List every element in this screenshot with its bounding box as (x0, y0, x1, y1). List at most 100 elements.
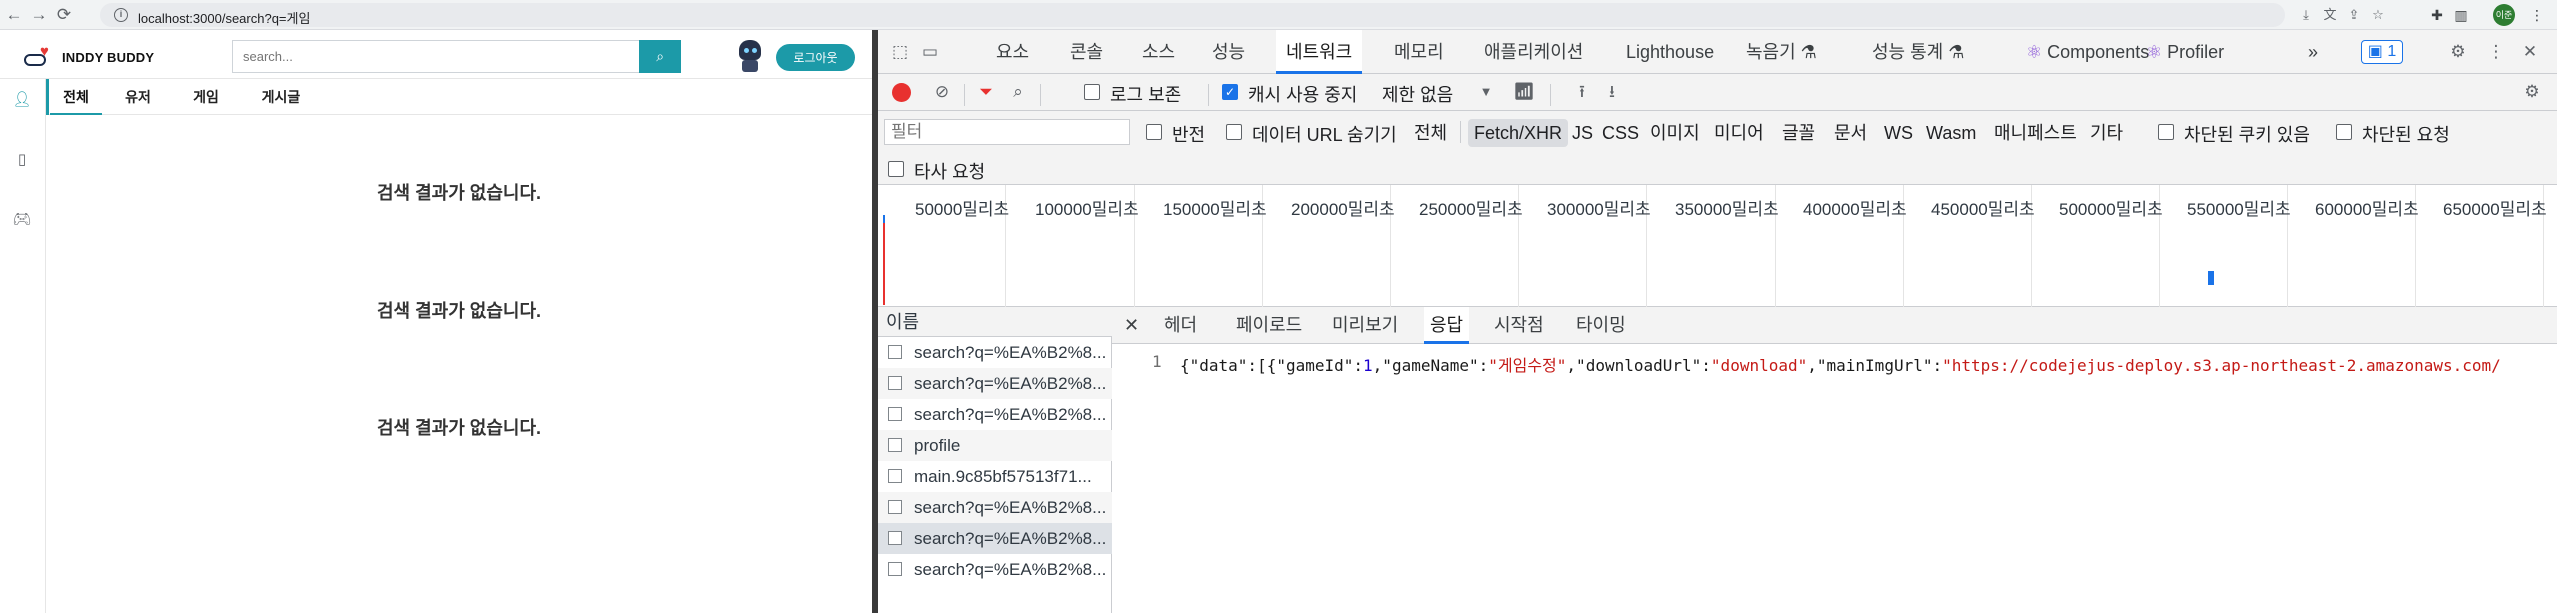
close-devtools-icon[interactable]: ✕ (2518, 40, 2542, 64)
request-row[interactable]: profile (878, 430, 1112, 461)
name-column-header[interactable]: 이름 (878, 307, 1112, 337)
more-menu-icon[interactable]: ⋮ (2528, 6, 2546, 24)
invert-label: 반전 (1172, 125, 1206, 145)
issues-badge[interactable]: ▣ 1 (2361, 40, 2403, 64)
tab-timing[interactable]: 타이밍 (1576, 307, 1626, 344)
tab-games[interactable]: 게임 (184, 79, 228, 115)
type-filter-other[interactable]: 기타 (2084, 119, 2129, 147)
type-filter-media[interactable]: 미디어 (1708, 119, 1770, 147)
install-icon[interactable]: ⤓ (2298, 7, 2314, 23)
tab-network[interactable]: 네트워크 (1276, 30, 1363, 74)
filter-funnel-icon[interactable]: ⏷ (974, 80, 998, 104)
search-icon[interactable]: ⌕ (1006, 80, 1030, 104)
type-filter-css[interactable]: CSS (1596, 119, 1645, 147)
type-filter-img[interactable]: 이미지 (1644, 119, 1706, 147)
logout-button[interactable]: 로그아웃 (776, 44, 855, 71)
user-avatar[interactable] (737, 40, 763, 72)
timeline-tick-label: 200000밀리초 (1291, 200, 1395, 219)
request-row[interactable]: search?q=%EA%B2%8... (878, 554, 1112, 585)
tab-console[interactable]: 콘솔 (1070, 30, 1103, 74)
tab-application[interactable]: 애플리케이션 (1484, 30, 1583, 74)
network-conditions-icon[interactable]: 📶︎ (1512, 80, 1536, 104)
invert-checkbox[interactable] (1146, 124, 1162, 140)
share-icon[interactable]: ⇪ (2346, 7, 2362, 23)
translate-icon[interactable]: 文 (2322, 7, 2338, 23)
tab-performance[interactable]: 성능 (1212, 30, 1245, 74)
type-filter-font[interactable]: 글꼴 (1776, 119, 1821, 147)
preserve-log-checkbox[interactable] (1084, 84, 1100, 100)
throttling-select[interactable]: 제한 없음 (1382, 81, 1453, 107)
tab-elements[interactable]: 요소 (996, 30, 1029, 74)
record-button[interactable] (892, 83, 911, 102)
profile-avatar[interactable]: 이준 (2493, 4, 2515, 26)
user-icon[interactable]: 👤︎ (11, 89, 33, 111)
export-har-icon[interactable]: ⭳ (1600, 80, 1624, 104)
address-bar[interactable]: i localhost:3000/search?q=게임 ⤓ 文 ⇪ ☆ (100, 3, 2384, 27)
network-overview-timeline[interactable]: 50000밀리초 100000밀리초 150000밀리초 200000밀리초 2… (878, 185, 2557, 307)
import-har-icon[interactable]: ⭱ (1570, 80, 1594, 104)
type-filter-manifest[interactable]: 매니페스트 (1988, 119, 2083, 147)
blocked-requests-checkbox[interactable] (2336, 124, 2352, 140)
gamepad-icon[interactable]: 🎮︎ (11, 209, 33, 231)
hide-data-urls-checkbox[interactable] (1226, 124, 1242, 140)
timeline-tick-label: 100000밀리초 (1035, 200, 1139, 219)
request-row[interactable]: search?q=%EA%B2%8... (878, 368, 1112, 399)
tab-components[interactable]: ⚛ Components (2026, 30, 2149, 74)
tab-all[interactable]: 전체 (50, 79, 102, 115)
response-body[interactable]: 1 {"data":[{"gameId":1,"gameName":"게임수정"… (1112, 344, 2557, 613)
blocked-cookies-checkbox[interactable] (2158, 124, 2174, 140)
tab-lighthouse[interactable]: Lighthouse (1626, 30, 1714, 74)
disable-cache-checkbox[interactable]: ✓ (1222, 84, 1238, 100)
site-info-icon[interactable]: i (114, 8, 128, 22)
tab-posts[interactable]: 게시글 (252, 79, 310, 115)
tab-users[interactable]: 유저 (116, 79, 160, 115)
request-row[interactable]: search?q=%EA%B2%8... (878, 337, 1112, 368)
chevron-down-icon[interactable]: ▼ (1474, 80, 1498, 104)
tab-memory[interactable]: 메모리 (1394, 30, 1444, 74)
more-tabs-icon[interactable]: » (2308, 30, 2318, 74)
sidepanel-icon[interactable]: ▥ (2452, 6, 2470, 24)
filter-input[interactable] (884, 119, 1130, 145)
timeline-tick-label: 450000밀리초 (1931, 200, 2035, 219)
inspect-element-icon[interactable]: ⬚ (888, 40, 912, 64)
bookmark-star-icon[interactable]: ☆ (2370, 7, 2386, 23)
type-filter-ws[interactable]: WS (1878, 119, 1919, 147)
request-row[interactable]: search?q=%EA%B2%8... (878, 492, 1112, 523)
tab-sources[interactable]: 소스 (1142, 30, 1175, 74)
type-filter-all[interactable]: 전체 (1408, 119, 1453, 147)
type-filter-fetch-xhr[interactable]: Fetch/XHR (1468, 119, 1569, 147)
reload-icon[interactable]: ⟳ (54, 5, 74, 25)
network-settings-icon[interactable]: ⚙ (2520, 80, 2544, 104)
tab-performance-insights[interactable]: 성능 통계 ⚗ (1872, 30, 1964, 74)
extensions-icon[interactable]: ✚ (2428, 6, 2446, 24)
tab-initiator[interactable]: 시작점 (1494, 307, 1544, 344)
back-icon[interactable]: ← (4, 5, 24, 25)
device-toolbar-icon[interactable]: ▭ (918, 40, 942, 64)
search-button[interactable]: ⌕ (639, 40, 681, 73)
tab-preview[interactable]: 미리보기 (1332, 307, 1398, 344)
tab-headers[interactable]: 헤더 (1164, 307, 1197, 344)
forward-icon[interactable]: → (29, 5, 49, 25)
url-text[interactable]: localhost:3000/search?q=게임 (138, 8, 310, 27)
request-row[interactable]: main.9c85bf57513f71... (878, 461, 1112, 492)
kebab-menu-icon[interactable]: ⋮ (2484, 40, 2508, 64)
search-input[interactable] (232, 40, 640, 73)
bookmark-icon[interactable]: ▯ (11, 149, 33, 171)
close-detail-icon[interactable]: ✕ (1124, 307, 1139, 344)
blocked-requests-label: 차단된 요청 (2362, 125, 2450, 145)
type-filter-wasm[interactable]: Wasm (1920, 119, 1982, 147)
request-row[interactable]: search?q=%EA%B2%8... (878, 399, 1112, 430)
tab-payload[interactable]: 페이로드 (1236, 307, 1302, 344)
chat-icon: ▣ (2367, 43, 2388, 60)
clear-icon[interactable]: ⊘ (930, 80, 954, 104)
site-logo[interactable]: ♥ INDDY BUDDY (22, 44, 154, 70)
tab-recorder[interactable]: 녹음기 ⚗ (1746, 30, 1817, 74)
third-party-checkbox[interactable] (888, 161, 904, 177)
dcl-marker (883, 215, 885, 223)
tab-profiler[interactable]: ⚛ Profiler (2146, 30, 2224, 74)
settings-gear-icon[interactable]: ⚙ (2446, 40, 2470, 64)
type-filter-js[interactable]: JS (1566, 119, 1599, 147)
tab-response[interactable]: 응답 (1424, 307, 1470, 344)
request-row-selected[interactable]: search?q=%EA%B2%8... (878, 523, 1112, 554)
type-filter-doc[interactable]: 문서 (1828, 119, 1873, 147)
